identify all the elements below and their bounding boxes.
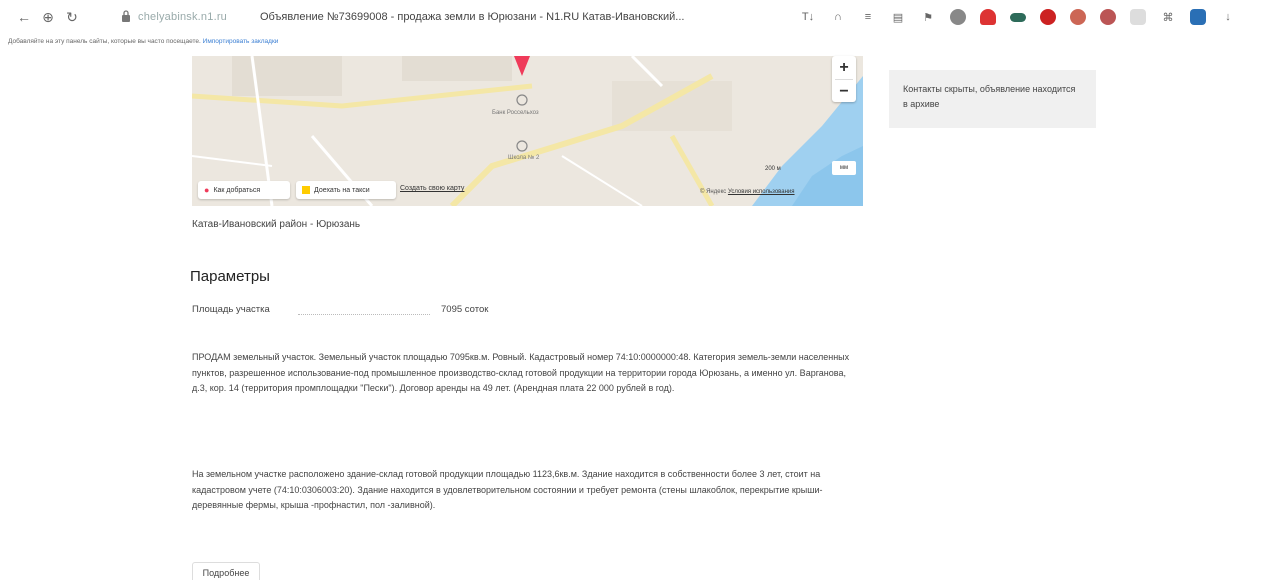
map-scale: 200 м [765, 166, 781, 172]
description-paragraph-1: ПРОДАМ земельный участок. Земельный учас… [192, 352, 850, 394]
translate-icon[interactable]: T↓ [800, 9, 816, 25]
map-zoom-control: + − [832, 56, 856, 102]
map-poi-bank: Банк Россельхоз [492, 110, 539, 116]
reload-icon[interactable]: ↻ [64, 9, 80, 25]
yandex-copyright: © Яндекс [700, 189, 727, 195]
tabs-icon[interactable]: ▤ [890, 9, 906, 25]
pin-icon[interactable]: ⚑ [920, 9, 936, 25]
extension-blue-icon[interactable] [1190, 9, 1206, 25]
shield-icon[interactable] [980, 9, 996, 25]
lock-icon[interactable] [121, 10, 131, 24]
reader-mode-icon[interactable]: ≡ [860, 9, 876, 25]
create-map-link[interactable]: Создать свою карту [400, 185, 464, 192]
map-view[interactable]: Банк Россельхоз Школа № 2 [192, 56, 863, 206]
import-bookmarks-link[interactable]: Импортировать закладки [203, 38, 279, 45]
param-row-area: Площадь участка 7095 соток [192, 304, 572, 318]
puzzle-icon[interactable]: ⌘ [1160, 9, 1176, 25]
description-paragraph-2: На земельном участке расположено здание-… [192, 469, 823, 511]
extension-rose-icon[interactable] [1100, 9, 1116, 25]
location-text: Катав-Ивановский район - Юрюзань [192, 219, 361, 230]
param-label: Площадь участка [192, 304, 270, 315]
archive-notice: Контакты скрыты, объявление находится в … [889, 70, 1096, 128]
terms-link[interactable]: Условия использования [728, 189, 795, 195]
params-heading: Параметры [190, 268, 270, 285]
route-button[interactable]: ● Как добраться [198, 181, 290, 199]
taxi-button[interactable]: Доехать на такси [296, 181, 396, 199]
zoom-in-button[interactable]: + [832, 56, 856, 79]
param-value: 7095 соток [441, 304, 489, 315]
extension-red-icon[interactable] [1040, 9, 1056, 25]
extension-gray-icon[interactable] [950, 9, 966, 25]
page-tab-title[interactable]: Объявление №73699008 - продажа земли в Ю… [260, 11, 684, 23]
map-canvas [192, 56, 863, 206]
map-copyright: © Яндекс Условия использования [700, 189, 795, 195]
route-label: Как добраться [213, 186, 261, 194]
glasses-icon[interactable] [1010, 12, 1026, 22]
extension-orange-icon[interactable] [1070, 9, 1086, 25]
downloads-icon[interactable]: ↓ [1220, 9, 1236, 25]
bookmarks-hint: Добавляйте на эту панель сайты, которые … [8, 38, 201, 45]
forward-icon[interactable]: ⊕ [40, 9, 56, 25]
taxi-label: Доехать на такси [314, 186, 370, 194]
route-pin-icon: ● [204, 185, 210, 195]
back-arrow-icon[interactable]: ← [16, 9, 32, 25]
bookmarks-bar: Добавляйте на эту панель сайты, которые … [8, 38, 278, 45]
headphones-icon[interactable]: ∩ [830, 9, 846, 25]
taxi-icon [302, 186, 310, 194]
address-bar-domain[interactable]: chelyabinsk.n1.ru [138, 11, 227, 23]
extension-blank-icon[interactable] [1130, 9, 1146, 25]
map-poi-school: Школа № 2 [508, 155, 540, 161]
scale-units-button[interactable]: мм [832, 161, 856, 175]
browser-toolbar: ← ⊕ ↻ chelyabinsk.n1.ru Объявление №7369… [0, 0, 1280, 34]
more-button[interactable]: Подробнее [192, 562, 260, 580]
extensions-bar: T↓ ∩ ≡ ▤ ⚑ ⌘ ↓ [800, 7, 1250, 27]
param-dots [298, 314, 430, 315]
zoom-out-button[interactable]: − [832, 80, 856, 103]
